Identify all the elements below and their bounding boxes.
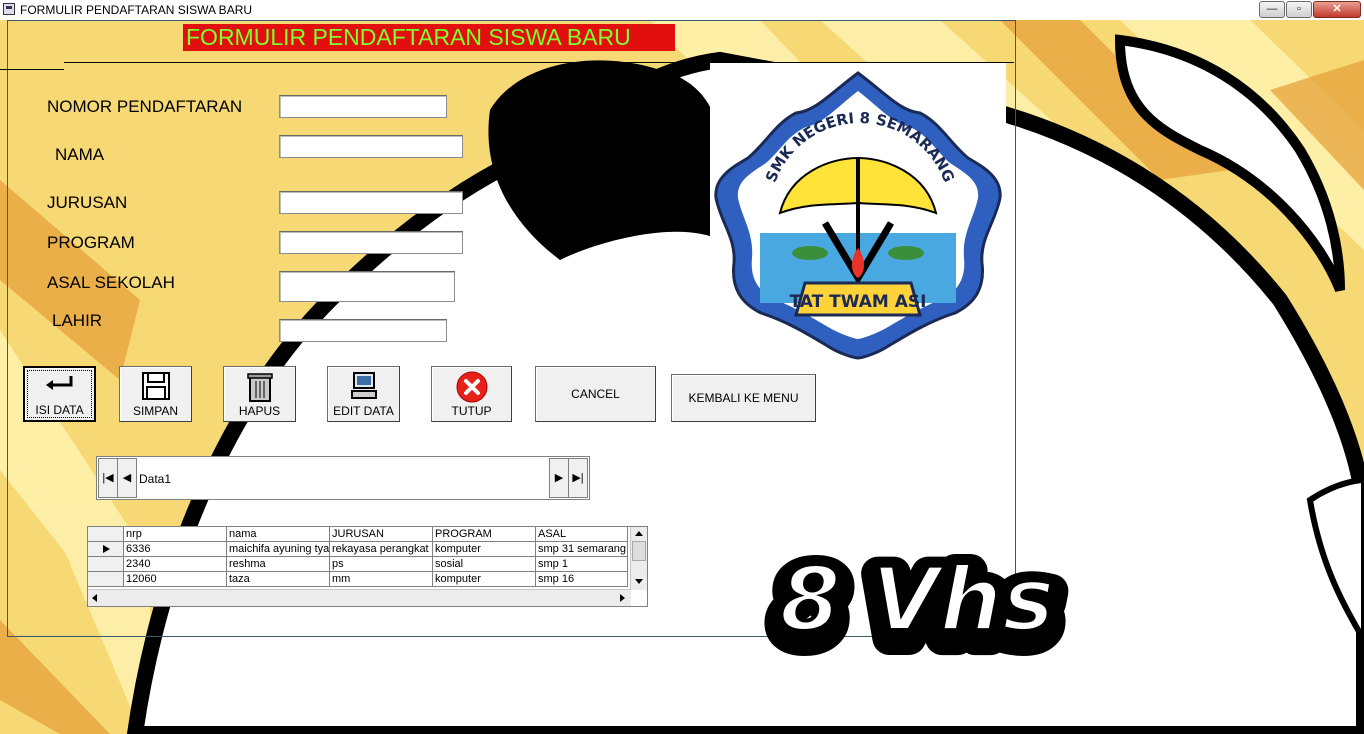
trash-can-icon <box>246 371 273 406</box>
cell-jurusan[interactable]: ps <box>330 557 433 572</box>
program-input[interactable] <box>279 231 463 254</box>
watermark-text: 8 Vhs <box>780 548 1055 651</box>
lahir-input[interactable] <box>279 319 447 342</box>
cell-nrp[interactable]: 6336 <box>124 542 227 557</box>
vhs-watermark: 8 Vhs 8 Vhs <box>763 539 1072 675</box>
label-asal-sekolah: ASAL SEKOLAH <box>47 273 175 292</box>
row-selector[interactable] <box>88 542 124 557</box>
simpan-label: SIMPAN <box>132 404 179 418</box>
close-x-icon <box>456 371 488 406</box>
jurusan-input[interactable] <box>279 191 463 214</box>
cancel-label: CANCEL <box>571 387 620 401</box>
asal-sekolah-input[interactable] <box>279 271 455 302</box>
label-nomor-pendaftaran: NOMOR PENDAFTARAN <box>47 97 243 116</box>
cell-program[interactable]: sosial <box>433 557 536 572</box>
simpan-button[interactable]: SIMPAN <box>119 366 192 422</box>
scroll-right-icon[interactable] <box>620 594 625 602</box>
cell-nama[interactable]: reshma <box>227 557 330 572</box>
window-title-bar: FORMULIR PENDAFTARAN SISWA BARU — ▫ ✕ <box>0 0 1364 20</box>
cell-nrp[interactable]: 12060 <box>124 572 227 587</box>
cell-nama[interactable]: maichifa ayuning tyas <box>227 542 330 557</box>
label-lahir: LAHIR <box>52 311 103 330</box>
floppy-disk-icon <box>141 371 171 404</box>
maximize-button[interactable]: ▫ <box>1286 1 1312 18</box>
cell-program[interactable]: komputer <box>433 542 536 557</box>
school-logo: TAT TWAM ASI SMK NEGERI 8 SEMARANG <box>710 63 1006 361</box>
last-record-button[interactable]: ▶| <box>568 458 588 498</box>
cell-program[interactable]: komputer <box>433 572 536 587</box>
cell-jurusan[interactable]: rekayasa perangkat <box>330 542 433 557</box>
data-control[interactable]: |◀ ◀ Data1 ▶ ▶| <box>96 456 590 500</box>
data-control-caption: Data1 <box>139 472 172 486</box>
table-row[interactable]: 2340 reshma ps sosial smp 1 <box>88 557 628 572</box>
table-row[interactable]: 6336 maichifa ayuning tyas rekayasa pera… <box>88 542 628 557</box>
tutup-label: TUTUP <box>451 404 492 418</box>
kembali-ke-menu-button[interactable]: KEMBALI KE MENU <box>671 374 816 422</box>
next-record-button[interactable]: ▶ <box>549 458 569 498</box>
prev-record-button[interactable]: ◀ <box>117 458 137 498</box>
data-grid[interactable]: nrp nama JURUSAN PROGRAM ASAL 6336 maich… <box>87 526 648 607</box>
scroll-up-icon[interactable] <box>635 531 643 536</box>
isi-data-button[interactable]: ISI DATA <box>23 366 96 422</box>
cell-nama[interactable]: taza <box>227 572 330 587</box>
row-selector[interactable] <box>88 572 124 587</box>
cancel-button[interactable]: CANCEL <box>535 366 656 422</box>
row-selector[interactable] <box>88 557 124 572</box>
window-title: FORMULIR PENDAFTARAN SISWA BARU <box>20 3 253 17</box>
cell-asal[interactable]: smp 1 <box>536 557 628 572</box>
computer-icon <box>349 371 379 404</box>
column-header[interactable]: PROGRAM <box>433 527 536 542</box>
column-header[interactable]: JURUSAN <box>330 527 433 542</box>
label-program: PROGRAM <box>47 233 135 252</box>
divider-line <box>0 69 64 70</box>
grid-header: nrp nama JURUSAN PROGRAM ASAL <box>88 527 628 542</box>
grid-vertical-scrollbar[interactable] <box>630 527 647 590</box>
logo-motto: TAT TWAM ASI <box>790 292 927 312</box>
minimize-button[interactable]: — <box>1259 1 1285 18</box>
cell-nrp[interactable]: 2340 <box>124 557 227 572</box>
scroll-thumb[interactable] <box>632 541 646 561</box>
nomor-pendaftaran-input[interactable] <box>279 95 447 118</box>
kembali-label: KEMBALI KE MENU <box>688 391 799 405</box>
cell-asal[interactable]: smp 16 <box>536 572 628 587</box>
row-selector-header <box>88 527 124 542</box>
form-heading: FORMULIR PENDAFTARAN SISWA BARU <box>183 24 675 51</box>
column-header[interactable]: nrp <box>124 527 227 542</box>
hapus-label: HAPUS <box>238 404 281 418</box>
cell-asal[interactable]: smp 31 semarang <box>536 542 628 557</box>
enter-arrow-icon <box>43 372 77 397</box>
edit-data-button[interactable]: EDIT DATA <box>327 366 400 422</box>
first-record-button[interactable]: |◀ <box>98 458 118 498</box>
column-header[interactable]: ASAL <box>536 527 628 542</box>
label-jurusan: JURUSAN <box>47 193 128 212</box>
grid-horizontal-scrollbar[interactable] <box>88 589 631 606</box>
column-header[interactable]: nama <box>227 527 330 542</box>
isi-data-label: ISI DATA <box>35 403 84 417</box>
table-row[interactable]: 12060 taza mm komputer smp 16 <box>88 572 628 587</box>
edit-data-label: EDIT DATA <box>333 404 394 418</box>
close-window-button[interactable]: ✕ <box>1313 1 1361 18</box>
cell-jurusan[interactable]: mm <box>330 572 433 587</box>
scroll-down-icon[interactable] <box>635 579 643 584</box>
tutup-button[interactable]: TUTUP <box>431 366 512 422</box>
hapus-button[interactable]: HAPUS <box>223 366 296 422</box>
nama-input[interactable] <box>279 135 463 158</box>
scroll-left-icon[interactable] <box>92 594 97 602</box>
label-nama: NAMA <box>55 145 105 164</box>
app-icon <box>3 3 15 15</box>
